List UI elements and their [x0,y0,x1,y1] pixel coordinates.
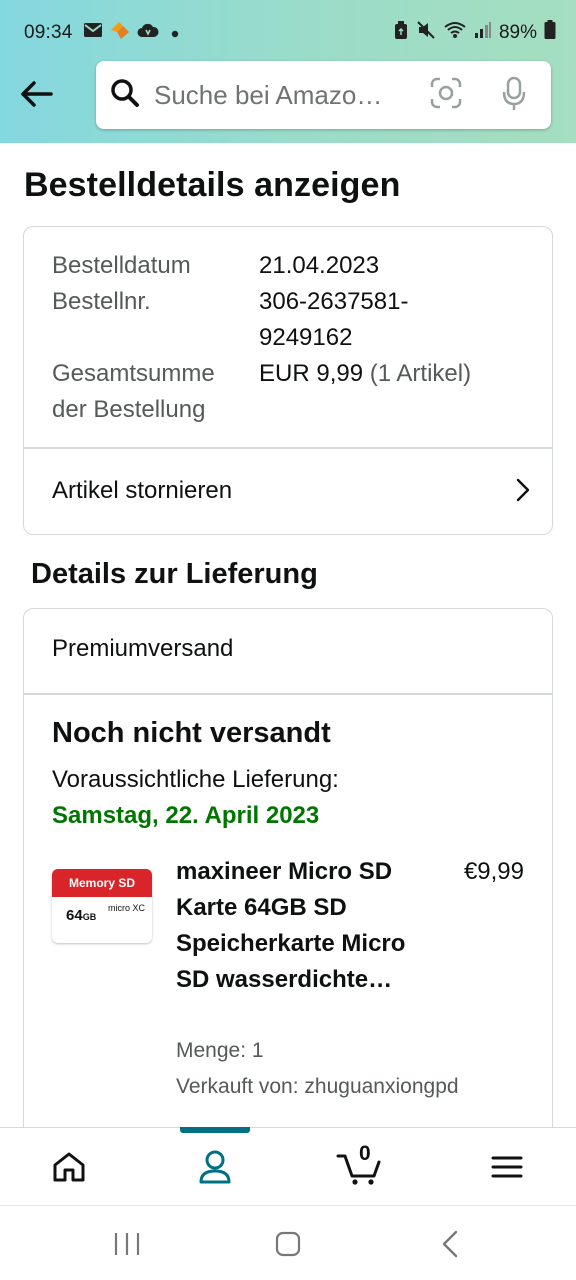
chevron-right-icon [516,478,530,509]
home-square-icon [275,1231,301,1257]
eta-date: Samstag, 22. April 2023 [52,802,320,829]
order-total-label-line2: der Bestellung [52,396,206,423]
battery-level: 89% [498,22,537,43]
search-icon [110,78,140,113]
wifi-icon [443,20,467,46]
recycle-icon [393,20,409,46]
order-number-value-line2: 9249162 [259,324,353,351]
bottom-nav: 0 [0,1127,576,1205]
system-nav-bar [0,1205,576,1280]
order-number-label: Bestellnr. [52,288,151,315]
home-icon [53,1152,85,1182]
back-button[interactable] [16,74,56,114]
order-total-value: EUR 9,99 (1 Artikel) [259,356,471,392]
account-icon [199,1150,231,1184]
order-summary-card: Bestelldatum 21.04.2023 Bestellnr. 306-2… [23,226,553,535]
dot-icon [171,22,179,44]
system-back-button[interactable] [420,1224,480,1264]
product-title-link[interactable]: maxineer Micro SD Karte 64GB SD Speicher… [176,854,416,998]
status-bar: 09:34 89% [24,20,556,46]
product-quantity: Menge: 1 [176,1039,264,1062]
signal-icon [474,21,492,45]
app-header: 09:34 89% Suche bei Amazo… [0,0,576,143]
recent-apps-icon [114,1233,140,1255]
app-notification-icon [109,20,131,46]
order-date-value: 21.04.2023 [259,252,380,279]
shipment-status: Noch nicht versandt [52,717,331,749]
cancel-items-button[interactable]: Artikel stornieren [24,449,552,533]
microphone-icon[interactable] [501,76,527,117]
order-date-label: Bestelldatum [52,252,191,279]
status-time: 09:34 [24,22,73,43]
product-image-capacity: 64GB [66,907,97,924]
nav-home[interactable] [19,1128,119,1206]
nav-account[interactable] [165,1128,265,1206]
product-image-logo: micro XC [108,903,146,913]
camera-search-icon[interactable] [430,77,462,114]
cart-count-badge: 0 [359,1142,371,1165]
nav-menu[interactable] [457,1128,557,1206]
battery-icon [544,20,556,46]
hamburger-menu-icon [491,1156,523,1178]
divider [24,693,552,695]
home-system-button[interactable] [258,1224,318,1264]
order-total-amount: EUR 9,99 [259,360,364,387]
mail-icon [83,22,103,44]
delivery-section-title: Details zur Lieferung [31,558,318,590]
product-image-banner: Memory SD [52,869,152,897]
cloud-icon [137,22,159,44]
recent-apps-button[interactable] [97,1224,157,1264]
shipping-method: Premiumversand [52,635,234,662]
back-chevron-icon [442,1230,458,1258]
nav-cart[interactable]: 0 [309,1128,409,1206]
product-image[interactable]: Memory SD 64GB micro XC [52,869,152,943]
mute-icon [416,20,436,46]
product-price: €9,99 [463,858,524,885]
product-seller: Verkauft von: zhuguanxiongpd [176,1075,459,1098]
search-input[interactable] [154,79,414,111]
search-bar[interactable] [96,61,551,129]
order-total-label-line1: Gesamtsumme [52,360,215,387]
order-number-value-line1: 306-2637581- [259,288,409,315]
page-title: Bestelldetails anzeigen [24,166,401,204]
cancel-items-label: Artikel stornieren [52,477,233,504]
back-arrow-icon [21,81,53,107]
order-total-items: (1 Artikel) [369,360,472,387]
eta-label: Voraussichtliche Lieferung: [52,766,339,793]
delivery-card: Premiumversand Noch nicht versandt Vorau… [23,608,553,1168]
